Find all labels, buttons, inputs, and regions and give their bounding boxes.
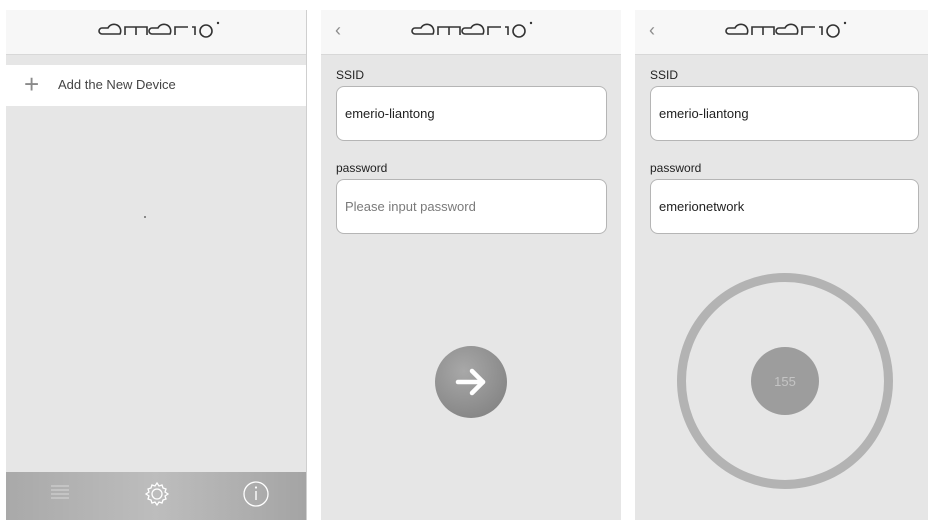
emerio-logo: [725, 20, 849, 40]
header: [6, 10, 306, 55]
add-device-row[interactable]: + Add the New Device: [6, 65, 306, 106]
list-icon[interactable]: [48, 480, 72, 506]
ssid-value: emerio-liantong: [659, 106, 749, 121]
countdown-value: 155: [774, 374, 796, 389]
ssid-field[interactable]: emerio-liantong: [336, 86, 607, 141]
emerio-logo: [98, 20, 222, 40]
loading-dot: [144, 216, 146, 218]
ssid-label: SSID: [336, 68, 365, 82]
password-label: password: [336, 161, 388, 175]
emerio-logo: [411, 20, 535, 40]
password-field[interactable]: emerionetwork: [650, 179, 919, 234]
ssid-field[interactable]: emerio-liantong: [650, 86, 919, 141]
password-value: emerionetwork: [659, 199, 745, 214]
gear-icon[interactable]: [143, 480, 171, 508]
header: ‹: [635, 10, 928, 55]
back-icon[interactable]: ‹: [649, 20, 655, 40]
plus-icon: +: [24, 69, 40, 99]
back-icon[interactable]: ‹: [335, 20, 341, 40]
ssid-label: SSID: [650, 68, 679, 82]
countdown-circle: 155: [751, 347, 819, 415]
arrow-right-icon: [455, 368, 486, 396]
password-field[interactable]: Please input password: [336, 179, 607, 234]
password-label: password: [650, 161, 702, 175]
wifi-setup-screen: ‹ SSID emerio-liantong password Please i…: [321, 10, 621, 520]
password-placeholder: Please input password: [345, 199, 476, 214]
submit-button[interactable]: [435, 346, 507, 418]
bottom-tab-bar: [6, 472, 306, 520]
add-device-label: Add the New Device: [58, 77, 176, 92]
info-icon[interactable]: [242, 480, 270, 508]
header: ‹: [321, 10, 621, 55]
ssid-value: emerio-liantong: [345, 106, 435, 121]
connecting-screen: ‹ SSID emerio-liantong password emerione…: [635, 10, 928, 520]
device-list-screen: + Add the New Device: [6, 10, 307, 520]
